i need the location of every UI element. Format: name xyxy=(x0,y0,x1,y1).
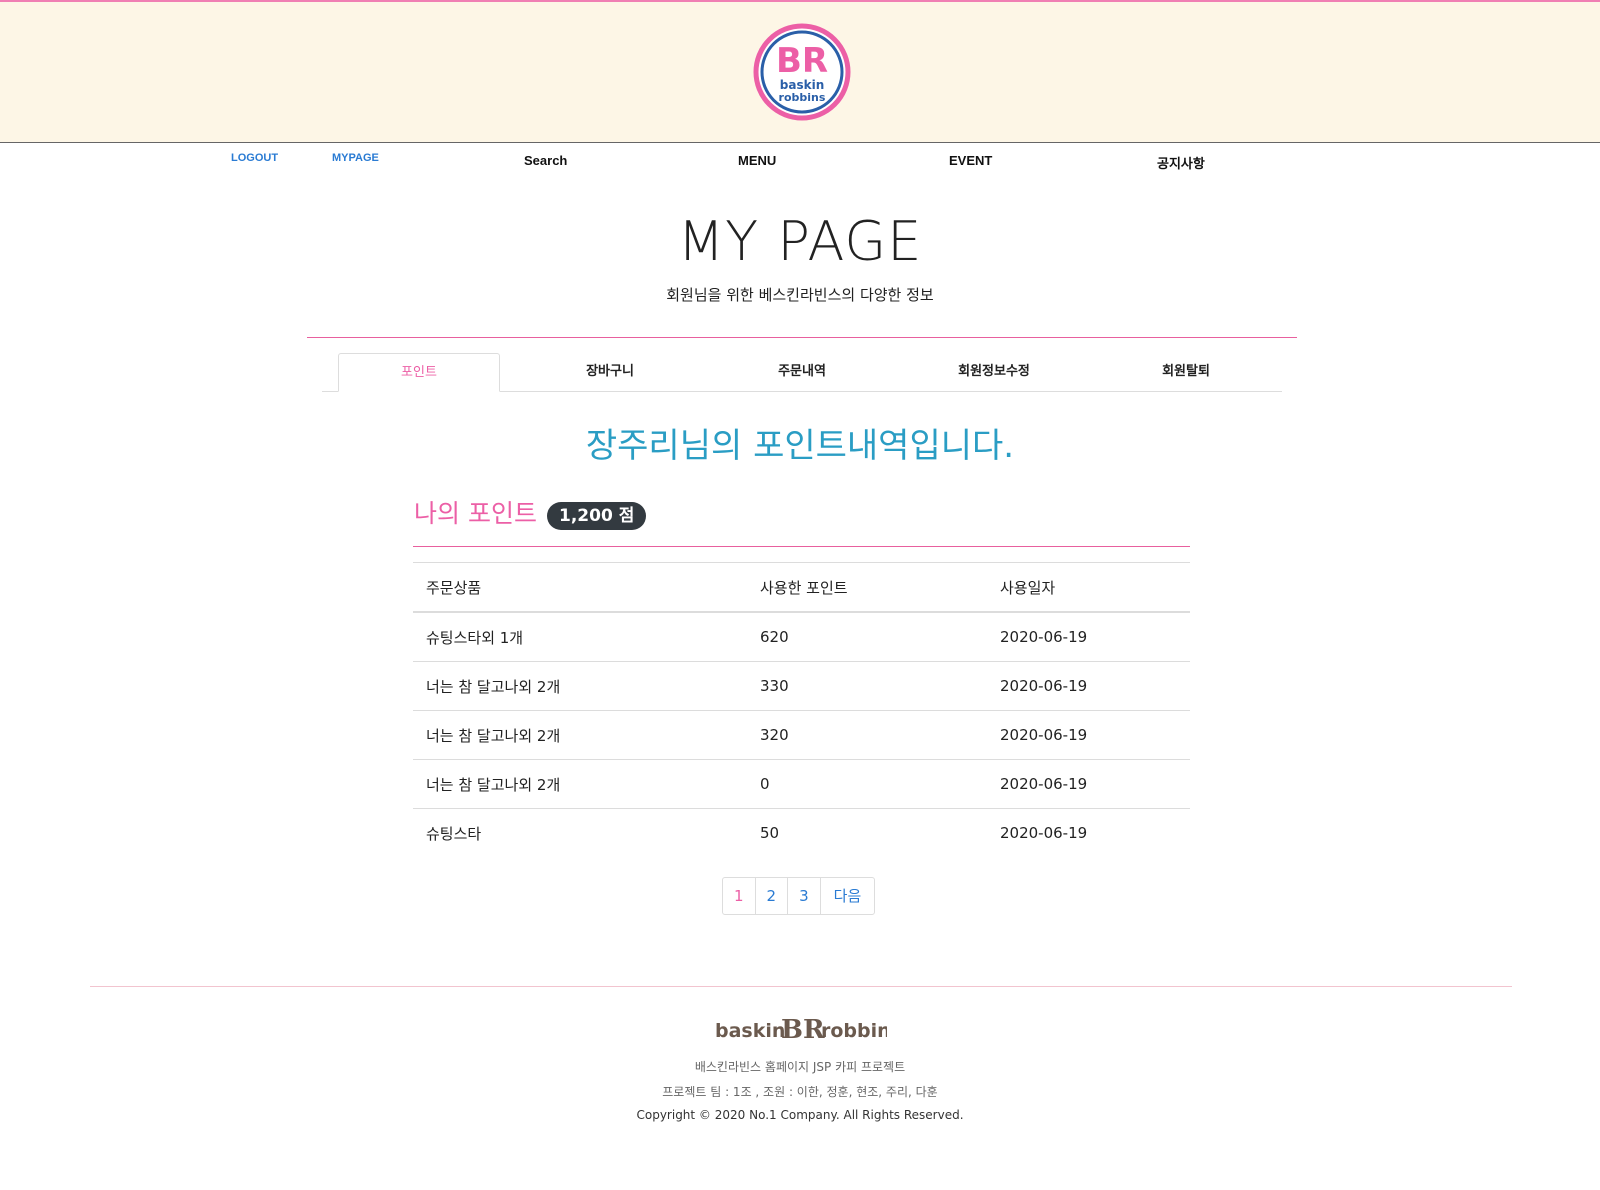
header: BR baskin robbins xyxy=(0,2,1600,143)
page-link-1[interactable]: 1 xyxy=(723,878,756,914)
table-row: 슈팅스타 50 2020-06-19 xyxy=(413,809,1190,858)
nav-menu[interactable]: MENU xyxy=(738,153,776,168)
points-table: 주문상품 사용한 포인트 사용일자 슈팅스타외 1개 620 2020-06-1… xyxy=(413,562,1190,857)
svg-text:baskin: baskin xyxy=(780,78,824,92)
footer-divider xyxy=(90,986,1512,987)
tab-withdraw[interactable]: 회원탈퇴 xyxy=(1106,353,1266,390)
brand-logo[interactable]: BR baskin robbins xyxy=(752,22,852,122)
points-cell: 330 xyxy=(747,661,987,711)
logout-link[interactable]: LOGOUT xyxy=(231,152,278,164)
svg-text:BR: BR xyxy=(781,1015,825,1043)
page-link-2[interactable]: 2 xyxy=(756,878,789,914)
points-cell: 50 xyxy=(760,824,780,842)
svg-text:BR: BR xyxy=(776,41,828,81)
points-cell: 620 xyxy=(747,612,987,662)
footer-team-line: 프로젝트 팀 : 1조 , 조원 : 이한, 정훈, 현조, 주리, 다훈 xyxy=(662,1085,938,1099)
date-cell: 2020-06-19 xyxy=(1000,824,1088,842)
nav-event[interactable]: EVENT xyxy=(949,153,992,168)
product-cell: 슈팅스타 xyxy=(426,824,482,843)
footer-logo: baskin BR robbins xyxy=(715,1013,902,1045)
next-page-link[interactable]: 다음 xyxy=(821,878,875,914)
column-header: 주문상품 xyxy=(413,562,747,613)
page-subtitle: 회원님을 위한 베스킨라빈스의 다양한 정보 xyxy=(666,286,934,304)
date-cell: 2020-06-19 xyxy=(987,759,1190,809)
product-cell: 너는 참 달고나외 2개 xyxy=(413,661,747,711)
points-badge: 1,200 점 xyxy=(547,502,647,530)
table-row: 너는 참 달고나외 2개 0 2020-06-19 xyxy=(413,759,1190,809)
divider xyxy=(413,546,1190,547)
footer-brand-logo-icon: baskin BR robbins xyxy=(715,1015,902,1045)
svg-text:robbins: robbins xyxy=(821,1020,887,1042)
divider xyxy=(307,337,1297,338)
nav-search[interactable]: Search xyxy=(524,153,567,168)
column-header: 사용한 포인트 xyxy=(747,562,987,613)
date-cell: 2020-06-19 xyxy=(987,612,1190,662)
footer-project-line: 배스킨라빈스 홈페이지 JSP 카피 프로젝트 xyxy=(694,1060,906,1074)
date-cell: 2020-06-19 xyxy=(987,661,1190,711)
points-cell: 320 xyxy=(747,710,987,760)
points-cell: 0 xyxy=(747,759,987,809)
tab-cart[interactable]: 장바구니 xyxy=(530,353,690,390)
baskin-robbins-logo-icon: BR baskin robbins xyxy=(753,23,851,121)
footer-copyright: Copyright © 2020 No.1 Company. All Right… xyxy=(636,1108,964,1122)
nav-notice[interactable]: 공지사항 xyxy=(1157,153,1205,172)
product-cell: 슈팅스타외 1개 xyxy=(413,612,747,662)
table-row: 슈팅스타외 1개 620 2020-06-19 xyxy=(413,612,1190,662)
tab-points[interactable]: 포인트 xyxy=(338,353,500,392)
main-nav: LOGOUT MYPAGE Search MENU EVENT 공지사항 xyxy=(0,143,1600,183)
date-cell: 2020-06-19 xyxy=(987,710,1190,760)
mypage-link[interactable]: MYPAGE xyxy=(332,152,379,164)
page-link-3[interactable]: 3 xyxy=(788,878,821,914)
table-row: 너는 참 달고나외 2개 330 2020-06-19 xyxy=(413,661,1190,711)
page-title: MY PAGE xyxy=(677,210,923,273)
table-header-row: 주문상품 사용한 포인트 사용일자 xyxy=(413,562,1190,613)
product-cell: 너는 참 달고나외 2개 xyxy=(413,710,747,760)
svg-text:robbins: robbins xyxy=(779,91,826,104)
tab-edit-profile[interactable]: 회원정보수정 xyxy=(914,353,1074,390)
pagination: 1 2 3 다음 xyxy=(722,877,876,915)
points-heading: 장주리님의 포인트내역입니다. xyxy=(585,426,1015,466)
mypage-tabs: 포인트 장바구니 주문내역 회원정보수정 회원탈퇴 xyxy=(322,353,1282,392)
column-header: 사용일자 xyxy=(987,562,1190,613)
my-points-label: 나의 포인트 xyxy=(414,499,537,528)
tab-orders[interactable]: 주문내역 xyxy=(722,353,882,390)
table-row: 너는 참 달고나외 2개 320 2020-06-19 xyxy=(413,710,1190,760)
product-cell: 너는 참 달고나외 2개 xyxy=(413,759,747,809)
svg-text:baskin: baskin xyxy=(715,1020,785,1042)
